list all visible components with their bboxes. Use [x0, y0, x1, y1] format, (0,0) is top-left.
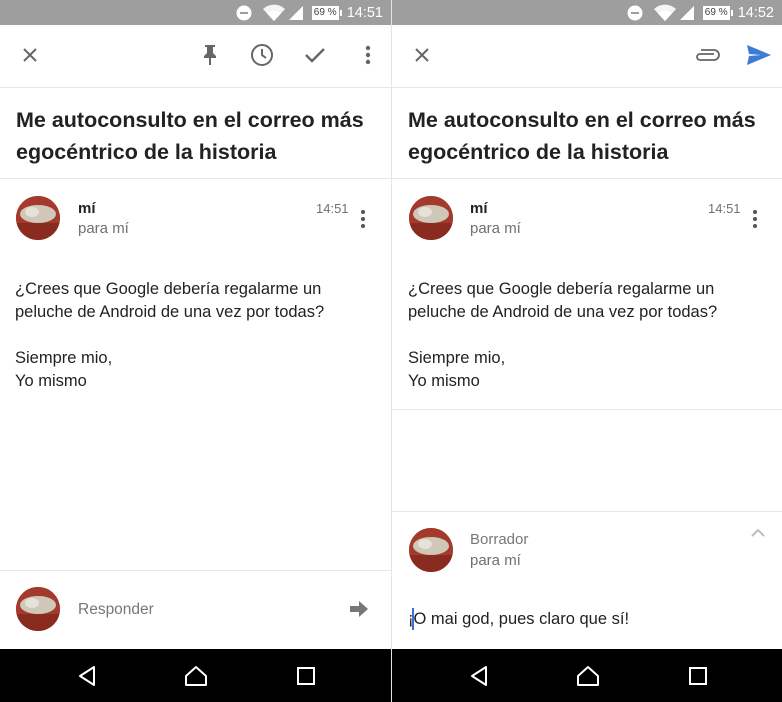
message-more-icon[interactable]	[360, 210, 366, 228]
email-view-panel: 69 % 14:51 Me autoconsulto en el correo …	[0, 0, 391, 702]
recents-icon[interactable]	[685, 663, 711, 689]
recents-icon[interactable]	[293, 663, 319, 689]
close-icon[interactable]	[409, 42, 435, 68]
home-icon[interactable]	[183, 663, 209, 689]
email-body: ¿Crees que Google debería regalarme un p…	[408, 280, 718, 390]
home-icon[interactable]	[575, 663, 601, 689]
top-toolbar	[0, 25, 391, 88]
battery-indicator: 69 %	[311, 6, 342, 20]
system-navigation-bar	[392, 649, 782, 702]
divider	[392, 178, 782, 179]
more-vert-icon[interactable]	[355, 42, 381, 68]
do-not-disturb-icon	[236, 5, 252, 21]
sender-name: mí	[78, 200, 96, 217]
reply-compose-panel: 69 % 14:52 Me autoconsulto en el correo …	[392, 0, 782, 702]
divider	[0, 570, 391, 571]
snooze-clock-icon[interactable]	[249, 42, 275, 68]
divider	[392, 409, 782, 410]
done-check-icon[interactable]	[302, 42, 328, 68]
send-icon[interactable]	[746, 42, 772, 68]
draft-recipient[interactable]: para mí	[470, 552, 521, 569]
system-navigation-bar	[0, 649, 391, 702]
recipient-line[interactable]: para mí	[470, 220, 521, 237]
battery-level: 69 %	[313, 7, 337, 18]
battery-level: 69 %	[704, 7, 728, 18]
status-time: 14:52	[737, 5, 774, 21]
message-more-icon[interactable]	[752, 210, 758, 228]
back-icon[interactable]	[466, 663, 492, 689]
close-icon[interactable]	[17, 42, 43, 68]
attach-icon[interactable]	[694, 42, 720, 68]
email-subject: Me autoconsulto en el correo más egocént…	[16, 108, 364, 164]
avatar[interactable]	[16, 196, 60, 240]
forward-arrow-icon[interactable]	[346, 596, 372, 622]
avatar	[409, 528, 453, 572]
divider	[392, 511, 782, 512]
pin-icon[interactable]	[197, 42, 223, 68]
status-bar: 69 % 14:51	[0, 0, 391, 25]
divider	[0, 178, 391, 179]
avatar	[16, 587, 60, 631]
avatar[interactable]	[409, 196, 453, 240]
back-icon[interactable]	[74, 663, 100, 689]
reply-field[interactable]: Responder	[78, 601, 154, 619]
draft-label: Borrador	[470, 531, 529, 548]
battery-indicator: 69 %	[702, 6, 733, 20]
wifi-icon	[653, 4, 676, 21]
wifi-icon	[262, 4, 285, 21]
signal-icon	[288, 6, 303, 20]
status-time: 14:51	[346, 5, 383, 21]
draft-body-input[interactable]: ¡O mai god, pues claro que sí!	[408, 610, 629, 629]
top-toolbar	[392, 25, 782, 88]
email-time: 14:51	[316, 201, 349, 216]
signal-icon	[679, 6, 694, 20]
chevron-up-icon[interactable]	[749, 524, 767, 542]
sender-name: mí	[470, 200, 488, 217]
email-body: ¿Crees que Google debería regalarme un p…	[15, 280, 325, 390]
status-bar: 69 % 14:52	[392, 0, 782, 25]
do-not-disturb-icon	[627, 5, 643, 21]
screenshot-pair: 69 % 14:51 Me autoconsulto en el correo …	[0, 0, 782, 702]
email-time: 14:51	[708, 201, 741, 216]
email-subject: Me autoconsulto en el correo más egocént…	[408, 108, 756, 164]
recipient-line[interactable]: para mí	[78, 220, 129, 237]
